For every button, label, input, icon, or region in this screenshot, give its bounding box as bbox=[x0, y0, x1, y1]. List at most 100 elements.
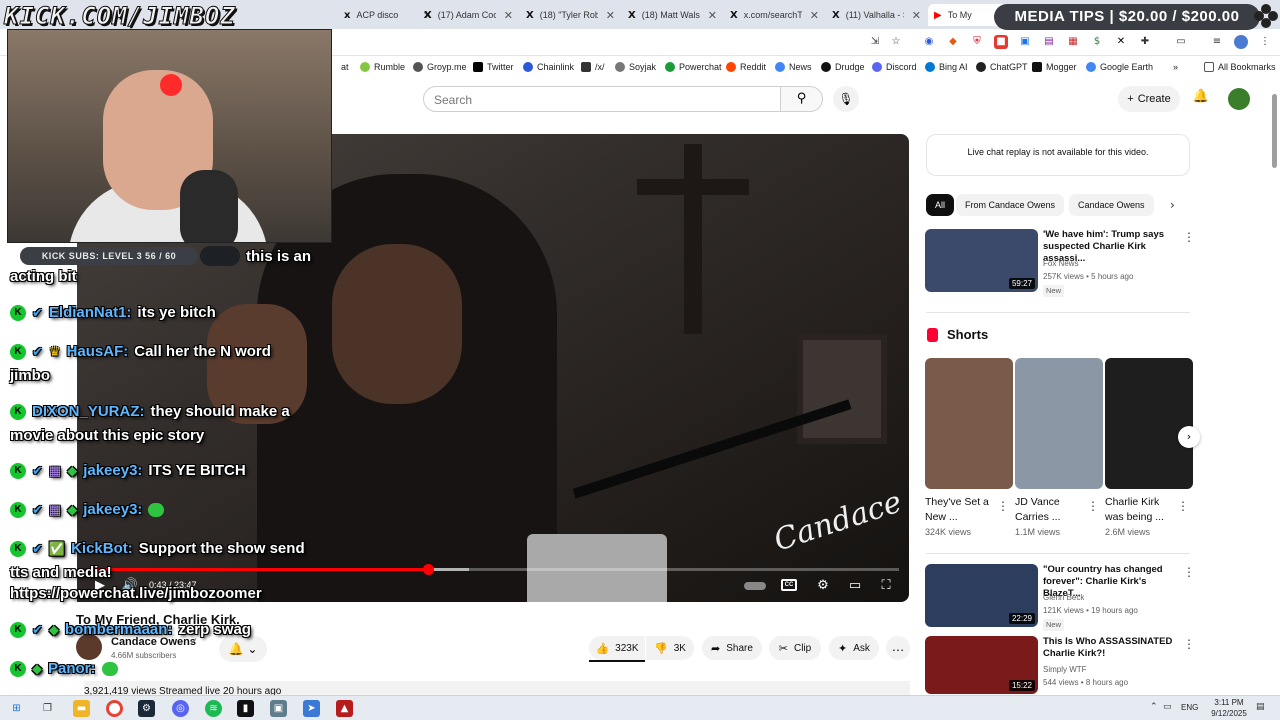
kebab-menu-icon[interactable]: ⋮ bbox=[1258, 35, 1272, 49]
bookmark-star-icon[interactable]: ☆ bbox=[889, 35, 903, 49]
kebab-menu-icon[interactable]: ⋮ bbox=[1177, 499, 1189, 513]
bookmark-item[interactable]: Drudge bbox=[821, 60, 865, 74]
more-actions-button[interactable]: … bbox=[886, 636, 910, 660]
search-button[interactable]: ⚲ bbox=[781, 86, 823, 112]
subscription-bell-button[interactable]: 🔔 ⌄ bbox=[219, 636, 267, 662]
notifications-icon[interactable]: ▤ bbox=[1256, 702, 1265, 712]
video-thumbnail[interactable]: 22:29 bbox=[925, 564, 1038, 627]
fullscreen-icon[interactable]: ⛶ bbox=[877, 578, 895, 594]
recommendation-channel[interactable]: Simply WTF bbox=[1043, 665, 1087, 674]
autoplay-toggle[interactable] bbox=[744, 582, 766, 590]
telegram-icon[interactable]: ➤ bbox=[303, 700, 320, 717]
app-icon[interactable]: ▣ bbox=[270, 700, 287, 717]
extension-icon[interactable]: $ bbox=[1090, 35, 1104, 49]
extension-icon[interactable]: ■ bbox=[994, 35, 1008, 49]
chrome-icon[interactable] bbox=[106, 700, 123, 717]
install-app-icon[interactable]: ⇲ bbox=[868, 35, 882, 49]
user-avatar[interactable] bbox=[1228, 88, 1250, 110]
scrollbar-thumb[interactable] bbox=[1272, 94, 1277, 168]
spotify-icon[interactable]: ≋ bbox=[205, 700, 222, 717]
bookmark-item[interactable]: at bbox=[341, 60, 349, 74]
steam-icon[interactable]: ⚙ bbox=[138, 700, 155, 717]
like-button[interactable]: 👍 323K bbox=[589, 636, 645, 660]
chevron-right-icon[interactable]: › bbox=[1170, 198, 1175, 212]
bookmark-item[interactable]: Google Earth bbox=[1086, 60, 1153, 74]
kebab-menu-icon[interactable]: ⋮ bbox=[1183, 637, 1195, 651]
bookmark-item[interactable]: Groyp.me bbox=[413, 60, 467, 74]
video-description[interactable]: 3,921,419 views Streamed live 20 hours a… bbox=[84, 681, 910, 695]
close-icon[interactable]: ✕ bbox=[504, 9, 513, 22]
video-thumbnail[interactable]: 15:22 bbox=[925, 636, 1038, 694]
sidepanel-icon[interactable]: ▭ bbox=[1174, 35, 1188, 49]
close-icon[interactable]: ✕ bbox=[606, 9, 615, 22]
ask-button[interactable]: ✦ Ask bbox=[829, 636, 879, 660]
voice-search-button[interactable]: 🎙 bbox=[833, 86, 859, 112]
bookmark-item[interactable]: Bing AI bbox=[925, 60, 968, 74]
close-icon[interactable]: ✕ bbox=[810, 9, 819, 22]
bookmarks-overflow-icon[interactable]: » bbox=[1173, 60, 1178, 74]
extension-icon[interactable]: ▣ bbox=[1018, 35, 1032, 49]
chevron-right-icon[interactable]: › bbox=[1178, 426, 1200, 448]
settings-gear-icon[interactable]: ⚙ bbox=[814, 578, 832, 594]
puzzle-icon[interactable]: ✚ bbox=[1138, 35, 1152, 49]
page-scrollbar[interactable] bbox=[1271, 80, 1278, 692]
theater-mode-icon[interactable]: ▭ bbox=[846, 578, 864, 594]
bookmark-item[interactable]: News bbox=[775, 60, 812, 74]
notifications-bell-icon[interactable]: 🔔 bbox=[1192, 89, 1210, 107]
chip-all[interactable]: All bbox=[926, 194, 955, 216]
bookmark-item[interactable]: Reddit bbox=[726, 60, 766, 74]
profile-avatar[interactable] bbox=[1234, 35, 1248, 49]
create-button[interactable]: + Create bbox=[1118, 86, 1180, 112]
browser-tab[interactable]: X (18) Matt Walsh ✕ bbox=[622, 4, 723, 26]
close-icon[interactable]: ✕ bbox=[708, 9, 717, 22]
terminal-icon[interactable]: ▮ bbox=[237, 700, 254, 717]
short-thumbnail[interactable] bbox=[1015, 358, 1103, 489]
bookmark-item[interactable]: Rumble bbox=[360, 60, 405, 74]
app-icon[interactable]: ▲ bbox=[336, 700, 353, 717]
clock[interactable]: 3:11 PM 9/12/2025 bbox=[1208, 697, 1250, 719]
captions-button[interactable]: CC bbox=[781, 579, 797, 591]
close-icon[interactable]: ✕ bbox=[912, 9, 921, 22]
network-icon[interactable]: ▭ bbox=[1163, 702, 1172, 712]
recommendation-channel[interactable]: Glenn Beck bbox=[1043, 593, 1084, 602]
bookmark-item[interactable]: Powerchat bbox=[665, 60, 722, 74]
extension-icon[interactable]: ◆ bbox=[946, 35, 960, 49]
extension-icon[interactable]: ▦ bbox=[1066, 35, 1080, 49]
kebab-menu-icon[interactable]: ⋮ bbox=[1183, 565, 1195, 579]
short-thumbnail[interactable] bbox=[1105, 358, 1193, 489]
short-title[interactable]: Charlie Kirk was being ... bbox=[1105, 495, 1179, 525]
clip-button[interactable]: ✂ Clip bbox=[769, 636, 821, 660]
progress-bar[interactable] bbox=[87, 564, 899, 575]
bookmark-item[interactable]: Discord bbox=[872, 60, 917, 74]
short-thumbnail[interactable] bbox=[925, 358, 1013, 489]
search-input[interactable]: Search bbox=[423, 86, 781, 112]
progress-scrubber[interactable] bbox=[423, 564, 435, 575]
x-icon[interactable]: ✕ bbox=[1114, 35, 1128, 49]
recommendation-title[interactable]: This Is Who ASSASSINATED Charlie Kirk?! bbox=[1043, 636, 1183, 660]
short-title[interactable]: They've Set a New ... bbox=[925, 495, 999, 525]
chip-channel[interactable]: Candace Owens bbox=[1069, 194, 1154, 216]
recommendation-channel[interactable]: Fox News bbox=[1043, 259, 1079, 268]
browser-tab[interactable]: X (11) Valhalla - S ✕ bbox=[826, 4, 927, 26]
short-title[interactable]: JD Vance Carries ... bbox=[1015, 495, 1089, 525]
downloads-icon[interactable]: ≡ bbox=[1210, 35, 1224, 49]
video-thumbnail[interactable]: 59:27 bbox=[925, 229, 1038, 292]
bookmark-item[interactable]: Soyjak bbox=[615, 60, 656, 74]
language-indicator[interactable]: ENG bbox=[1181, 703, 1198, 712]
extension-icon[interactable]: ▤ bbox=[1042, 35, 1056, 49]
bookmark-item[interactable]: Chainlink bbox=[523, 60, 574, 74]
browser-tab[interactable]: X (17) Adam Coc ✕ bbox=[418, 4, 519, 26]
all-bookmarks[interactable]: All Bookmarks bbox=[1204, 60, 1276, 74]
chevron-up-icon[interactable]: ⌃ bbox=[1150, 702, 1158, 712]
windows-start-icon[interactable]: ⊞ bbox=[8, 700, 25, 717]
browser-tab[interactable]: Xx.com/searchTe ✕ bbox=[724, 4, 825, 26]
discord-icon[interactable]: ◎ bbox=[172, 700, 189, 717]
share-button[interactable]: ➦ Share bbox=[702, 636, 762, 660]
bookmark-item[interactable]: Mogger bbox=[1032, 60, 1077, 74]
task-view-icon[interactable]: ❐ bbox=[39, 700, 56, 717]
bookmark-item[interactable]: /x/ bbox=[581, 60, 605, 74]
kebab-menu-icon[interactable]: ⋮ bbox=[997, 499, 1009, 513]
file-explorer-icon[interactable]: ▬ bbox=[73, 700, 90, 717]
chip-from-channel[interactable]: From Candace Owens bbox=[956, 194, 1065, 216]
shield-icon[interactable]: ⛨ bbox=[970, 35, 984, 49]
